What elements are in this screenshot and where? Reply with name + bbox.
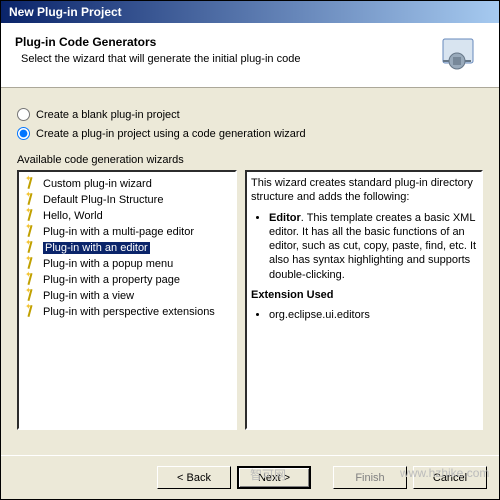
content-area: Create a blank plug-in project Create a … [1, 88, 499, 455]
desc-bullet: Editor. This template creates a basic XM… [269, 211, 477, 282]
list-item-label: Plug-in with a popup menu [43, 258, 173, 270]
wizard-list[interactable]: Custom plug-in wizard Default Plug-In Str… [17, 170, 237, 430]
desc-intro: This wizard creates standard plug-in dir… [251, 176, 477, 205]
list-item-label: Plug-in with a view [43, 290, 134, 302]
available-wizards-label: Available code generation wizards [17, 154, 483, 166]
list-item[interactable]: Plug-in with a property page [23, 272, 231, 288]
extension-item: org.eclipse.ui.editors [269, 308, 477, 322]
wizard-wand-icon [25, 209, 39, 223]
radio-wizard-input[interactable] [17, 127, 30, 140]
plugin-banner-icon [437, 35, 485, 75]
button-bar: < Back Next > Finish Cancel [1, 455, 499, 499]
wizard-wand-icon [25, 193, 39, 207]
extension-used-header: Extension Used [251, 288, 477, 302]
list-item-label: Plug-in with perspective extensions [43, 306, 215, 318]
wizard-wand-icon [25, 257, 39, 271]
radio-blank-project[interactable]: Create a blank plug-in project [17, 108, 483, 121]
wizard-wand-icon [25, 241, 39, 255]
list-item[interactable]: Plug-in with a popup menu [23, 256, 231, 272]
list-item-label: Hello, World [43, 210, 103, 222]
page-description: Select the wizard that will generate the… [15, 53, 437, 65]
list-item-label: Custom plug-in wizard [43, 178, 152, 190]
list-item-label: Plug-in with an editor [43, 242, 150, 254]
wizard-wand-icon [25, 289, 39, 303]
list-item[interactable]: Plug-in with a multi-page editor [23, 224, 231, 240]
list-item[interactable]: Custom plug-in wizard [23, 176, 231, 192]
wizard-wand-icon [25, 305, 39, 319]
list-item[interactable]: Default Plug-In Structure [23, 192, 231, 208]
list-item[interactable]: Plug-in with perspective extensions [23, 304, 231, 320]
list-item-label: Default Plug-In Structure [43, 194, 163, 206]
titlebar: New Plug-in Project [1, 1, 499, 23]
page-title: Plug-in Code Generators [15, 35, 437, 49]
wizard-wand-icon [25, 225, 39, 239]
list-item-label: Plug-in with a property page [43, 274, 180, 286]
wizard-dialog: New Plug-in Project Plug-in Code Generat… [0, 0, 500, 500]
list-item[interactable]: Plug-in with a view [23, 288, 231, 304]
radio-blank-input[interactable] [17, 108, 30, 121]
next-button[interactable]: Next > [237, 466, 311, 489]
wizard-description: This wizard creates standard plug-in dir… [245, 170, 483, 430]
radio-codegen-wizard[interactable]: Create a plug-in project using a code ge… [17, 127, 483, 140]
back-button[interactable]: < Back [157, 466, 231, 489]
cancel-button[interactable]: Cancel [413, 466, 487, 489]
wizard-wand-icon [25, 177, 39, 191]
finish-button: Finish [333, 466, 407, 489]
list-item[interactable]: Hello, World [23, 208, 231, 224]
list-item-label: Plug-in with a multi-page editor [43, 226, 194, 238]
list-item[interactable]: Plug-in with an editor [23, 240, 231, 256]
wizard-wand-icon [25, 273, 39, 287]
wizard-header: Plug-in Code Generators Select the wizar… [1, 23, 499, 88]
